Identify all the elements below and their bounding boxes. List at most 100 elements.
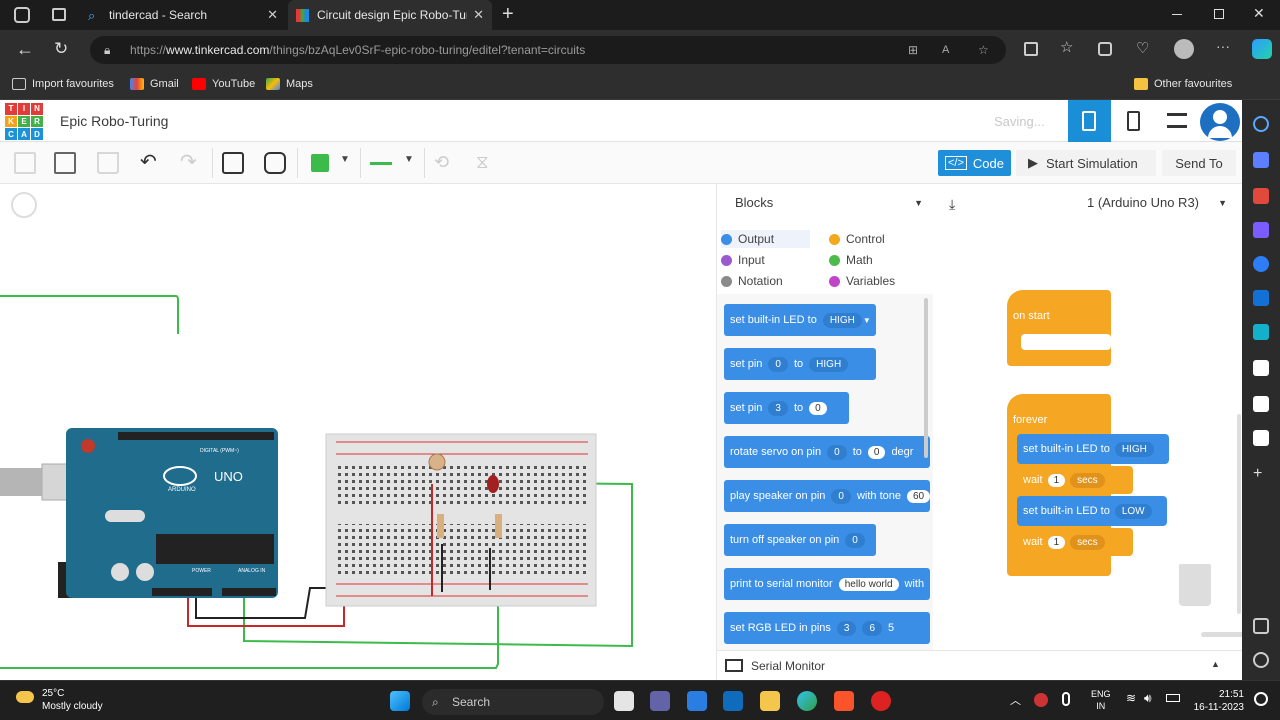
wait-block[interactable]: wait 1 secs bbox=[1017, 528, 1133, 556]
app-icon[interactable] bbox=[871, 691, 891, 711]
copilot-icon[interactable] bbox=[1252, 39, 1272, 59]
chevron-down-icon[interactable]: ▼ bbox=[404, 154, 426, 176]
window-close-icon[interactable]: ✕ bbox=[1253, 5, 1265, 22]
circuit-view-button[interactable] bbox=[1068, 100, 1111, 142]
refresh-icon[interactable]: ↻ bbox=[54, 39, 68, 59]
settings-icon[interactable] bbox=[1253, 652, 1269, 668]
board-select[interactable]: 1 (Arduino Uno R3) ▼ bbox=[1075, 190, 1237, 216]
mail-icon[interactable] bbox=[723, 691, 743, 711]
workspaces-icon[interactable] bbox=[14, 7, 30, 23]
drop-icon[interactable] bbox=[1253, 256, 1269, 272]
tab-actions-icon[interactable] bbox=[52, 8, 66, 21]
shopping-icon[interactable] bbox=[1253, 152, 1269, 168]
code-button[interactable]: </> Code bbox=[938, 150, 1011, 176]
wire-green[interactable] bbox=[0, 295, 179, 334]
workspace-scrollbar-v[interactable] bbox=[1237, 414, 1241, 614]
category-control[interactable]: Control bbox=[829, 232, 885, 246]
brave-icon[interactable] bbox=[834, 691, 854, 711]
circuit-drawing[interactable]: DIGITAL (PWM~) ARDUINO UNO POWER ANALOG … bbox=[0, 184, 716, 680]
tab-search[interactable]: ⌕ tindercad - Search ✕ bbox=[80, 0, 286, 30]
category-input[interactable]: Input bbox=[721, 253, 765, 267]
block-dropdown[interactable]: HIGH bbox=[809, 356, 849, 372]
undo-icon[interactable]: ↶ bbox=[140, 152, 162, 174]
category-output[interactable]: Output bbox=[721, 230, 811, 248]
taskbar-search[interactable]: ⌕ Search bbox=[422, 689, 604, 715]
block-number-input[interactable]: 1 bbox=[1047, 535, 1066, 549]
project-title[interactable]: Epic Robo-Turing bbox=[60, 113, 168, 129]
palette-block[interactable]: set pin 0 to HIGH bbox=[724, 348, 876, 380]
resistor[interactable] bbox=[495, 514, 502, 538]
battery-icon[interactable] bbox=[1166, 694, 1180, 702]
sidebar-toggle-icon[interactable] bbox=[1253, 618, 1269, 634]
category-variables[interactable]: Variables bbox=[829, 274, 895, 288]
delete-icon[interactable] bbox=[97, 152, 119, 174]
microphone-icon[interactable] bbox=[1062, 692, 1070, 706]
wifi-icon[interactable]: ≋ bbox=[1126, 691, 1136, 705]
favourites-icon[interactable]: ☆ bbox=[1060, 38, 1073, 56]
palette-block[interactable]: print to serial monitor hello world with bbox=[724, 568, 930, 600]
block-dropdown[interactable]: 0 bbox=[831, 488, 851, 504]
trash-icon[interactable] bbox=[1179, 564, 1211, 606]
volume-icon[interactable]: 🔊︎ bbox=[1144, 691, 1152, 706]
circuit-canvas[interactable]: DIGITAL (PWM~) ARDUINO UNO POWER ANALOG … bbox=[0, 184, 716, 680]
back-icon[interactable]: ← bbox=[16, 39, 34, 60]
tt-icon-1[interactable] bbox=[1253, 360, 1269, 376]
block-text-input[interactable]: hello world bbox=[838, 577, 899, 591]
clock[interactable]: 21:51 16-11-2023 bbox=[1192, 688, 1244, 714]
block-dropdown[interactable]: HIGH bbox=[822, 312, 862, 328]
wire-type-picker[interactable] bbox=[370, 162, 392, 165]
red-led[interactable] bbox=[487, 475, 499, 493]
block-dropdown[interactable]: 0 bbox=[845, 532, 865, 548]
extensions-icon[interactable]: ♡ bbox=[1136, 39, 1149, 57]
minimize-icon[interactable] bbox=[1172, 14, 1182, 15]
copy-icon[interactable] bbox=[14, 152, 36, 174]
start-icon[interactable] bbox=[390, 691, 410, 711]
palette-block[interactable]: set RGB LED in pins 3 6 5 bbox=[724, 612, 930, 644]
tt-icon-2[interactable] bbox=[1253, 396, 1269, 412]
send-icon[interactable] bbox=[1253, 324, 1269, 340]
set-led-block[interactable]: set built-in LED to HIGH bbox=[1017, 434, 1169, 464]
block-dropdown[interactable]: LOW bbox=[1114, 503, 1152, 519]
set-led-block[interactable]: set built-in LED to LOW bbox=[1017, 496, 1167, 526]
notification-icon[interactable] bbox=[1254, 692, 1268, 706]
palette-block[interactable]: set built-in LED to HIGH ▼ bbox=[724, 304, 876, 336]
code-workspace[interactable]: on start forever set built-in LED to HIG… bbox=[933, 290, 1242, 650]
chevron-down-icon[interactable]: ▼ bbox=[340, 154, 362, 176]
fav-maps[interactable]: Maps bbox=[266, 78, 313, 90]
tray-icon[interactable] bbox=[1034, 693, 1048, 707]
category-notation[interactable]: Notation bbox=[721, 274, 783, 288]
component-list-button[interactable] bbox=[1155, 100, 1198, 142]
fit-view-icon[interactable] bbox=[11, 192, 37, 218]
tinkercad-logo[interactable]: T I N K E R C A D bbox=[5, 103, 43, 140]
new-tab-button[interactable]: + bbox=[502, 3, 514, 26]
block-dropdown[interactable]: 0 bbox=[827, 444, 847, 460]
close-icon[interactable]: ✕ bbox=[267, 7, 278, 23]
send-to-button[interactable]: Send To bbox=[1162, 150, 1236, 176]
chevron-up-icon[interactable]: ▲ bbox=[1211, 659, 1220, 669]
start-simulation-button[interactable]: ▶ Start Simulation bbox=[1016, 150, 1156, 176]
block-dropdown[interactable]: 3 bbox=[836, 620, 857, 636]
tray-chevron-icon[interactable]: ︿ bbox=[1010, 692, 1021, 708]
photoresistor[interactable] bbox=[428, 453, 446, 471]
on-start-block[interactable]: on start bbox=[1007, 290, 1111, 366]
block-number-input[interactable]: 60 bbox=[907, 489, 930, 503]
apps-icon[interactable]: ⊞ bbox=[908, 36, 918, 64]
block-dropdown[interactable]: 0 bbox=[768, 356, 788, 372]
fav-youtube[interactable]: YouTube bbox=[192, 78, 255, 90]
rotate-icon[interactable]: ⟲ bbox=[434, 152, 456, 174]
fav-import[interactable]: Import favourites bbox=[12, 78, 114, 90]
download-icon[interactable]: ⤓ bbox=[949, 196, 955, 213]
palette-block[interactable]: turn off speaker on pin 0 bbox=[724, 524, 876, 556]
teams-icon[interactable] bbox=[650, 691, 670, 711]
serial-monitor-bar[interactable]: Serial Monitor ▲ bbox=[717, 650, 1242, 680]
flip-icon[interactable]: ⧖ bbox=[476, 152, 498, 174]
block-number-input[interactable]: 1 bbox=[1047, 473, 1066, 487]
store-icon[interactable] bbox=[687, 691, 707, 711]
fav-gmail[interactable]: Gmail bbox=[130, 78, 179, 90]
code-mode-select[interactable]: Blocks ▼ bbox=[723, 190, 923, 216]
block-dropdown[interactable]: 3 bbox=[768, 400, 788, 416]
block-dropdown[interactable]: secs bbox=[1070, 534, 1105, 550]
palette-scrollbar[interactable] bbox=[924, 298, 928, 458]
block-number-input[interactable]: 0 bbox=[867, 445, 886, 459]
tab-tinkercad[interactable]: Circuit design Epic Robo-Turing ✕ bbox=[288, 0, 492, 30]
